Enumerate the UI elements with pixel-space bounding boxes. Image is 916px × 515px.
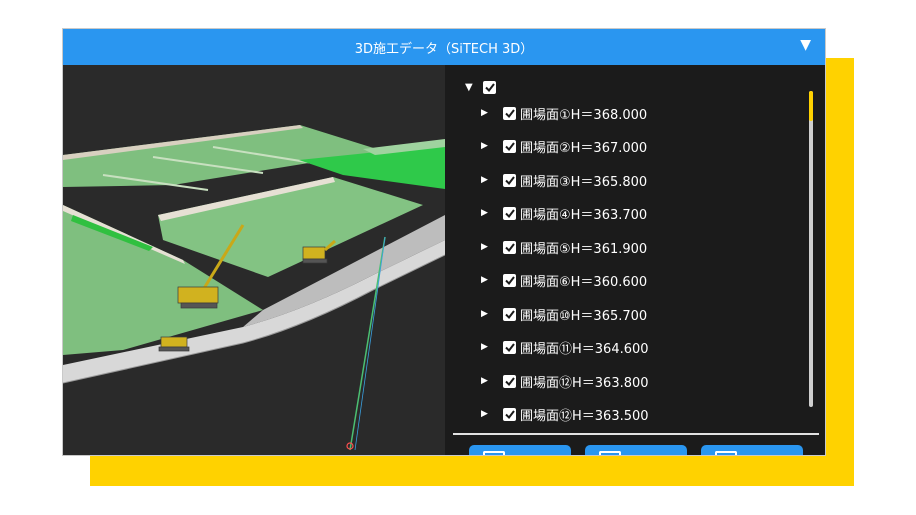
panel-icon [599,451,621,455]
expand-toggle-icon[interactable]: ▶ [481,342,503,352]
expand-toggle-icon[interactable]: ▶ [481,309,503,319]
expand-toggle-icon[interactable]: ▶ [481,208,503,218]
expand-toggle-icon[interactable]: ▶ [481,409,503,419]
tree-root[interactable]: ▼ [465,79,500,95]
expand-toggle-icon[interactable]: ▶ [481,108,503,118]
expand-toggle-icon[interactable]: ▶ [481,242,503,252]
layer-item[interactable]: ▶ 圃場面⑫H＝363.800 [481,372,649,391]
layer-label: 圃場面⑪H＝364.600 [520,341,649,357]
layer-item[interactable]: ▶ 圃場面⑫H＝363.500 [481,405,649,424]
toolbar-button-1[interactable] [469,445,571,455]
check-icon[interactable] [483,80,496,94]
layer-item[interactable]: ▶ 圃場面①H＝368.000 [481,104,648,123]
layer-label: 圃場面⑫H＝363.500 [520,408,649,424]
layer-label: 圃場面⑩H＝365.700 [520,308,648,324]
check-icon[interactable] [503,240,516,254]
layer-label: 圃場面⑫H＝363.800 [520,375,649,391]
terrain-scene [63,125,445,451]
check-icon[interactable] [503,173,516,187]
layer-item[interactable]: ▶ 圃場面④H＝363.700 [481,204,648,223]
bulldozer [158,336,190,352]
3d-viewport[interactable] [63,65,445,455]
toolbar-button-3[interactable] [701,445,803,455]
check-icon[interactable] [503,407,516,421]
layer-item[interactable]: ▶ 圃場面⑤H＝361.900 [481,238,648,257]
app-window: 3D施工データ（SiTECH 3D） ▼ ▼ ▶ 圃場面①H＝368.000 ▶… [62,28,826,456]
panel-icon [483,451,505,455]
panel-icon [715,451,737,455]
check-icon[interactable] [503,106,516,120]
layer-label: 圃場面④H＝363.700 [520,207,648,223]
layer-panel: ▼ ▶ 圃場面①H＝368.000 ▶ 圃場面②H＝367.000 ▶ 圃場面③… [445,65,825,455]
panel-divider [453,433,819,435]
scroll-thumb[interactable] [809,91,813,121]
expand-toggle-icon[interactable]: ▶ [481,376,503,386]
expand-toggle-icon[interactable]: ▼ [465,82,483,93]
layer-label: 圃場面⑥H＝360.600 [520,274,648,290]
layer-label: 圃場面②H＝367.000 [520,140,648,156]
check-icon[interactable] [503,273,516,287]
check-icon[interactable] [503,340,516,354]
scrollbar[interactable] [809,91,813,407]
expand-toggle-icon[interactable]: ▶ [481,275,503,285]
check-icon[interactable] [503,374,516,388]
expand-toggle-icon[interactable]: ▶ [481,175,503,185]
layer-label: 圃場面③H＝365.800 [520,174,648,190]
check-icon[interactable] [503,139,516,153]
toolbar-button-2[interactable] [585,445,687,455]
layer-item[interactable]: ▶ 圃場面⑩H＝365.700 [481,305,648,324]
layer-item[interactable]: ▶ 圃場面⑪H＝364.600 [481,338,649,357]
layer-label: 圃場面①H＝368.000 [520,107,648,123]
expand-toggle-icon[interactable]: ▶ [481,141,503,151]
layer-item[interactable]: ▶ 圃場面②H＝367.000 [481,137,648,156]
collapse-arrow-icon[interactable]: ▼ [800,37,811,53]
check-icon[interactable] [503,307,516,321]
layer-item[interactable]: ▶ 圃場面③H＝365.800 [481,171,648,190]
layer-label: 圃場面⑤H＝361.900 [520,241,648,257]
check-icon[interactable] [503,206,516,220]
layer-item[interactable]: ▶ 圃場面⑥H＝360.600 [481,271,648,290]
window-title: 3D施工データ（SiTECH 3D） [354,41,534,57]
title-bar: 3D施工データ（SiTECH 3D） ▼ [63,29,825,65]
